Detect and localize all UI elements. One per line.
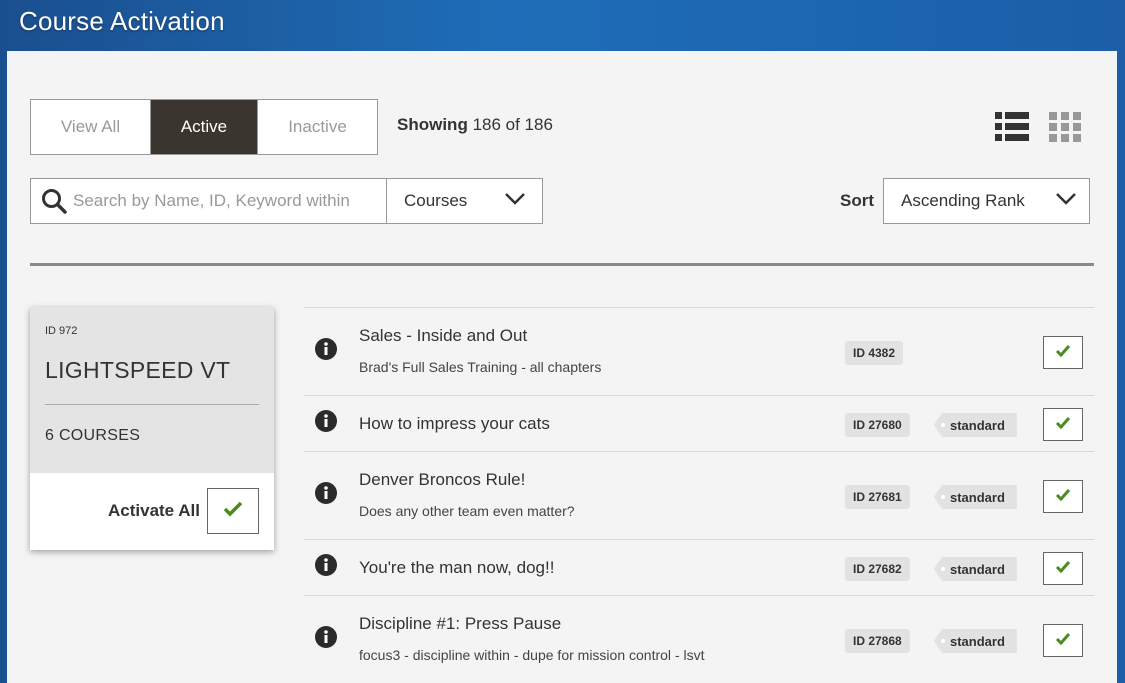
organization-divider: [45, 404, 259, 405]
course-id-badge: ID 27868: [845, 629, 910, 653]
course-list: Sales - Inside and Out Brad's Full Sales…: [304, 307, 1094, 683]
search-scope-value: Courses: [404, 191, 468, 210]
organization-card: ID 972 LIGHTSPEED VT 6 COURSES Activate …: [30, 307, 274, 550]
course-row: Denver Broncos Rule! Does any other team…: [304, 451, 1094, 539]
tab-inactive[interactable]: Inactive: [257, 100, 377, 154]
course-row: Discipline #1: Press Pause focus3 - disc…: [304, 595, 1094, 683]
sort-select[interactable]: Ascending Rank: [883, 178, 1090, 224]
search-input[interactable]: [73, 191, 373, 211]
checkmark-icon: [1055, 488, 1071, 506]
course-type-badge: standard: [934, 413, 1017, 437]
course-title: Sales - Inside and Out: [359, 326, 528, 345]
search-scope-select[interactable]: Courses: [386, 178, 543, 224]
tab-view-all[interactable]: View All: [31, 100, 150, 154]
course-description: focus3 - discipline within - dupe for mi…: [359, 647, 705, 663]
checkmark-icon: [223, 501, 243, 522]
course-title: How to impress your cats: [359, 414, 550, 433]
main-panel: View All Active Inactive Showing 186 of …: [7, 51, 1117, 683]
course-type-badge: standard: [934, 557, 1017, 581]
course-description: Brad's Full Sales Training - all chapter…: [359, 359, 602, 375]
activate-course-button[interactable]: [1043, 624, 1083, 657]
checkmark-icon: [1055, 632, 1071, 650]
checkmark-icon: [1055, 560, 1071, 578]
section-divider: [30, 263, 1094, 266]
info-icon[interactable]: [315, 554, 337, 576]
status-filter-tabs: View All Active Inactive: [30, 99, 378, 155]
course-row: You're the man now, dog!! ID 27682 stand…: [304, 539, 1094, 595]
course-type-badge: standard: [934, 485, 1017, 509]
course-description: Does any other team even matter?: [359, 503, 575, 519]
course-title: Denver Broncos Rule!: [359, 470, 526, 489]
grid-view-icon[interactable]: [1049, 111, 1081, 143]
showing-label: Showing: [397, 115, 468, 134]
search-icon: [41, 188, 67, 214]
sort-label: Sort: [840, 191, 874, 210]
info-icon[interactable]: [315, 410, 337, 432]
activate-course-button[interactable]: [1043, 408, 1083, 441]
tab-active[interactable]: Active: [150, 100, 257, 154]
chevron-down-icon: [504, 191, 526, 211]
course-row: How to impress your cats ID 27680 standa…: [304, 395, 1094, 451]
course-type-badge: standard: [934, 629, 1017, 653]
info-icon[interactable]: [315, 482, 337, 504]
course-id-badge: ID 27681: [845, 485, 910, 509]
activate-course-button[interactable]: [1043, 336, 1083, 369]
activate-course-button[interactable]: [1043, 552, 1083, 585]
course-id-badge: ID 27682: [845, 557, 910, 581]
activate-all-label: Activate All: [108, 501, 200, 520]
course-id-badge: ID 27680: [845, 413, 910, 437]
list-view-icon[interactable]: [995, 111, 1029, 143]
organization-name: LIGHTSPEED VT: [45, 357, 231, 383]
course-title: Discipline #1: Press Pause: [359, 614, 562, 633]
course-title: You're the man now, dog!!: [359, 558, 555, 577]
organization-footer: Activate All: [30, 473, 274, 550]
info-icon[interactable]: [315, 338, 337, 360]
checkmark-icon: [1055, 344, 1071, 362]
results-count: Showing 186 of 186: [397, 115, 553, 135]
chevron-down-icon: [1055, 191, 1077, 211]
checkmark-icon: [1055, 416, 1071, 434]
info-icon[interactable]: [315, 626, 337, 648]
showing-count: 186 of 186: [472, 115, 553, 134]
course-row: Sales - Inside and Out Brad's Full Sales…: [304, 307, 1094, 395]
course-id-badge: ID 4382: [845, 341, 904, 365]
activate-course-button[interactable]: [1043, 480, 1083, 513]
organization-course-count: 6 COURSES: [45, 427, 141, 444]
search-box: [30, 178, 388, 224]
activate-all-button[interactable]: [207, 488, 259, 534]
page-title: Course Activation: [19, 6, 225, 36]
organization-id: ID 972: [45, 325, 78, 337]
sort-value: Ascending Rank: [901, 191, 1025, 210]
